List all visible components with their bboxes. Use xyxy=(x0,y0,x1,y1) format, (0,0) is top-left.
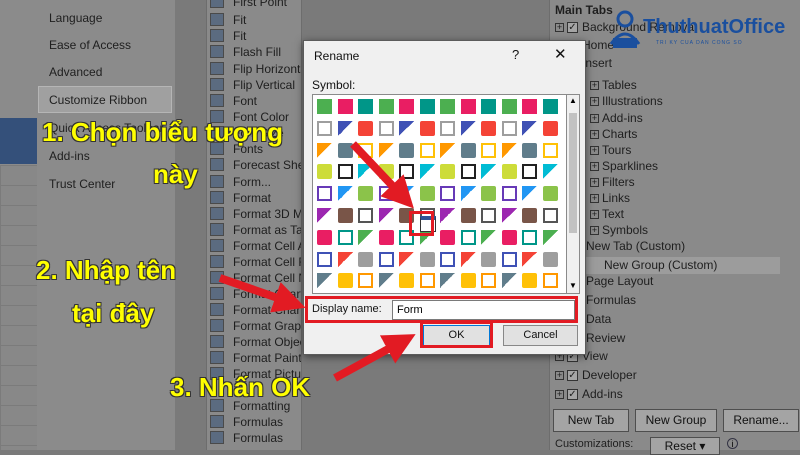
arrow-to-symbol xyxy=(350,141,414,209)
logo-name: ThuthuatOffice xyxy=(643,16,786,38)
annotation-arrows xyxy=(218,141,416,382)
annotation-step2-line1: 2. Nhập tên xyxy=(36,255,177,285)
brand-logo: ThuthuatOffice TRI KY CUA DAN CONG SO xyxy=(604,4,800,62)
annotation-step2-line2: tại đây xyxy=(72,298,155,328)
annotation-step1-line1: 1. Chọn biểu tượng xyxy=(42,117,283,147)
annotation-step3: 3. Nhấn OK xyxy=(170,372,311,402)
annotation-step1-line2: này xyxy=(153,159,198,189)
person-laptop-icon xyxy=(609,10,641,48)
arrow-to-ok xyxy=(333,334,416,382)
logo-tagline: TRI KY CUA DAN CONG SO xyxy=(656,40,743,46)
arrow-to-display-name xyxy=(218,274,306,313)
